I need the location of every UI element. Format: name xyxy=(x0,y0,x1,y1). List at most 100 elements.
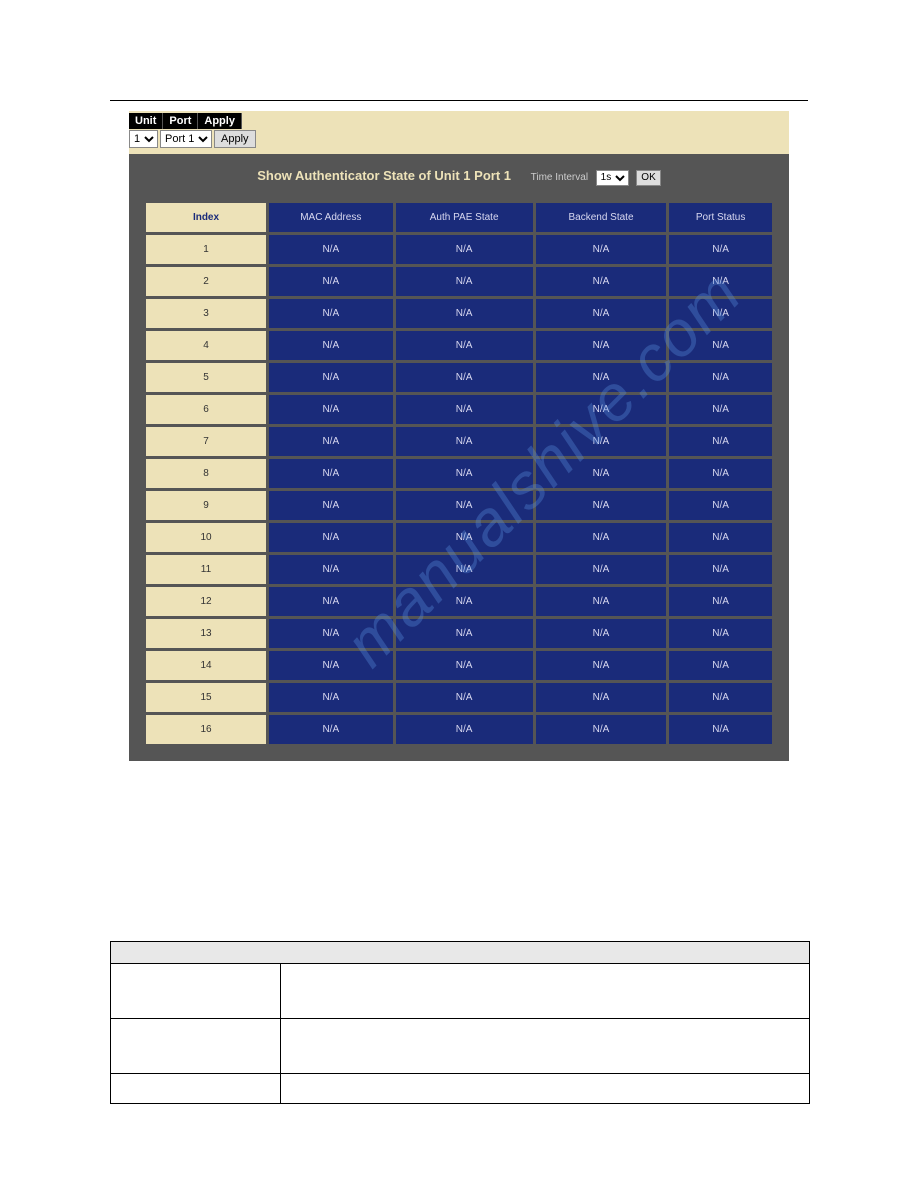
table-row: 1N/AN/AN/AN/A xyxy=(146,235,772,264)
pae-cell: N/A xyxy=(396,555,533,584)
pae-cell: N/A xyxy=(396,459,533,488)
backend-cell: N/A xyxy=(536,491,667,520)
pae-cell: N/A xyxy=(396,587,533,616)
apply-button[interactable]: Apply xyxy=(214,130,256,148)
col-status: Port Status xyxy=(669,203,772,232)
mac-cell: N/A xyxy=(269,395,393,424)
status-cell: N/A xyxy=(669,587,772,616)
mac-cell: N/A xyxy=(269,299,393,328)
table-row: 14N/AN/AN/AN/A xyxy=(146,651,772,680)
col-backend: Backend State xyxy=(536,203,667,232)
status-cell: N/A xyxy=(669,267,772,296)
backend-cell: N/A xyxy=(536,683,667,712)
desc-cell-2b xyxy=(281,1018,810,1073)
description-table xyxy=(110,941,810,1104)
backend-cell: N/A xyxy=(536,331,667,360)
backend-cell: N/A xyxy=(536,555,667,584)
status-cell: N/A xyxy=(669,555,772,584)
mac-cell: N/A xyxy=(269,715,393,744)
col-index: Index xyxy=(146,203,266,232)
mac-cell: N/A xyxy=(269,523,393,552)
ok-button[interactable]: OK xyxy=(636,170,660,186)
table-row: 15N/AN/AN/AN/A xyxy=(146,683,772,712)
desc-header xyxy=(111,941,810,963)
backend-cell: N/A xyxy=(536,363,667,392)
index-cell: 13 xyxy=(146,619,266,648)
index-cell: 7 xyxy=(146,427,266,456)
pae-cell: N/A xyxy=(396,267,533,296)
index-cell: 5 xyxy=(146,363,266,392)
auth-table: Index MAC Address Auth PAE State Backend… xyxy=(143,200,775,747)
table-row: 16N/AN/AN/AN/A xyxy=(146,715,772,744)
table-row: 9N/AN/AN/AN/A xyxy=(146,491,772,520)
status-cell: N/A xyxy=(669,491,772,520)
mac-cell: N/A xyxy=(269,363,393,392)
mac-cell: N/A xyxy=(269,491,393,520)
unit-select[interactable]: 1 xyxy=(129,130,158,148)
status-cell: N/A xyxy=(669,235,772,264)
index-cell: 1 xyxy=(146,235,266,264)
desc-cell-1b xyxy=(281,963,810,1018)
desc-cell-3a xyxy=(111,1073,281,1103)
index-cell: 10 xyxy=(146,523,266,552)
status-cell: N/A xyxy=(669,619,772,648)
screenshot-panel: manualshive.com Unit Port Apply 1 Port 1… xyxy=(129,111,789,761)
interval-label: Time Interval xyxy=(531,172,588,183)
status-cell: N/A xyxy=(669,427,772,456)
index-cell: 15 xyxy=(146,683,266,712)
mac-cell: N/A xyxy=(269,331,393,360)
pae-cell: N/A xyxy=(396,715,533,744)
status-cell: N/A xyxy=(669,395,772,424)
index-cell: 12 xyxy=(146,587,266,616)
pae-cell: N/A xyxy=(396,331,533,360)
status-cell: N/A xyxy=(669,683,772,712)
backend-cell: N/A xyxy=(536,235,667,264)
backend-cell: N/A xyxy=(536,587,667,616)
controls-bar: Unit Port Apply 1 Port 1 Apply xyxy=(129,111,789,154)
pae-cell: N/A xyxy=(396,427,533,456)
pae-cell: N/A xyxy=(396,619,533,648)
status-cell: N/A xyxy=(669,363,772,392)
status-cell: N/A xyxy=(669,715,772,744)
index-cell: 16 xyxy=(146,715,266,744)
backend-cell: N/A xyxy=(536,523,667,552)
backend-cell: N/A xyxy=(536,619,667,648)
backend-cell: N/A xyxy=(536,459,667,488)
page-divider xyxy=(110,100,808,101)
backend-cell: N/A xyxy=(536,651,667,680)
index-cell: 6 xyxy=(146,395,266,424)
index-cell: 3 xyxy=(146,299,266,328)
pae-cell: N/A xyxy=(396,395,533,424)
status-cell: N/A xyxy=(669,299,772,328)
index-cell: 4 xyxy=(146,331,266,360)
backend-cell: N/A xyxy=(536,299,667,328)
table-row: 2N/AN/AN/AN/A xyxy=(146,267,772,296)
table-row: 4N/AN/AN/AN/A xyxy=(146,331,772,360)
status-cell: N/A xyxy=(669,523,772,552)
backend-cell: N/A xyxy=(536,395,667,424)
table-row: 10N/AN/AN/AN/A xyxy=(146,523,772,552)
pae-cell: N/A xyxy=(396,523,533,552)
pae-cell: N/A xyxy=(396,683,533,712)
mac-cell: N/A xyxy=(269,619,393,648)
col-pae: Auth PAE State xyxy=(396,203,533,232)
table-row: 7N/AN/AN/AN/A xyxy=(146,427,772,456)
port-select[interactable]: Port 1 xyxy=(160,130,212,148)
desc-cell-3b xyxy=(281,1073,810,1103)
page-title: Show Authenticator State of Unit 1 Port … xyxy=(257,168,511,183)
apply-label: Apply xyxy=(198,113,242,129)
pae-cell: N/A xyxy=(396,491,533,520)
index-cell: 14 xyxy=(146,651,266,680)
backend-cell: N/A xyxy=(536,715,667,744)
unit-label: Unit xyxy=(129,113,163,129)
table-row: 8N/AN/AN/AN/A xyxy=(146,459,772,488)
status-cell: N/A xyxy=(669,459,772,488)
mac-cell: N/A xyxy=(269,587,393,616)
mac-cell: N/A xyxy=(269,235,393,264)
mac-cell: N/A xyxy=(269,267,393,296)
status-cell: N/A xyxy=(669,331,772,360)
index-cell: 11 xyxy=(146,555,266,584)
table-row: 13N/AN/AN/AN/A xyxy=(146,619,772,648)
interval-select[interactable]: 1s xyxy=(596,170,629,186)
table-row: 5N/AN/AN/AN/A xyxy=(146,363,772,392)
